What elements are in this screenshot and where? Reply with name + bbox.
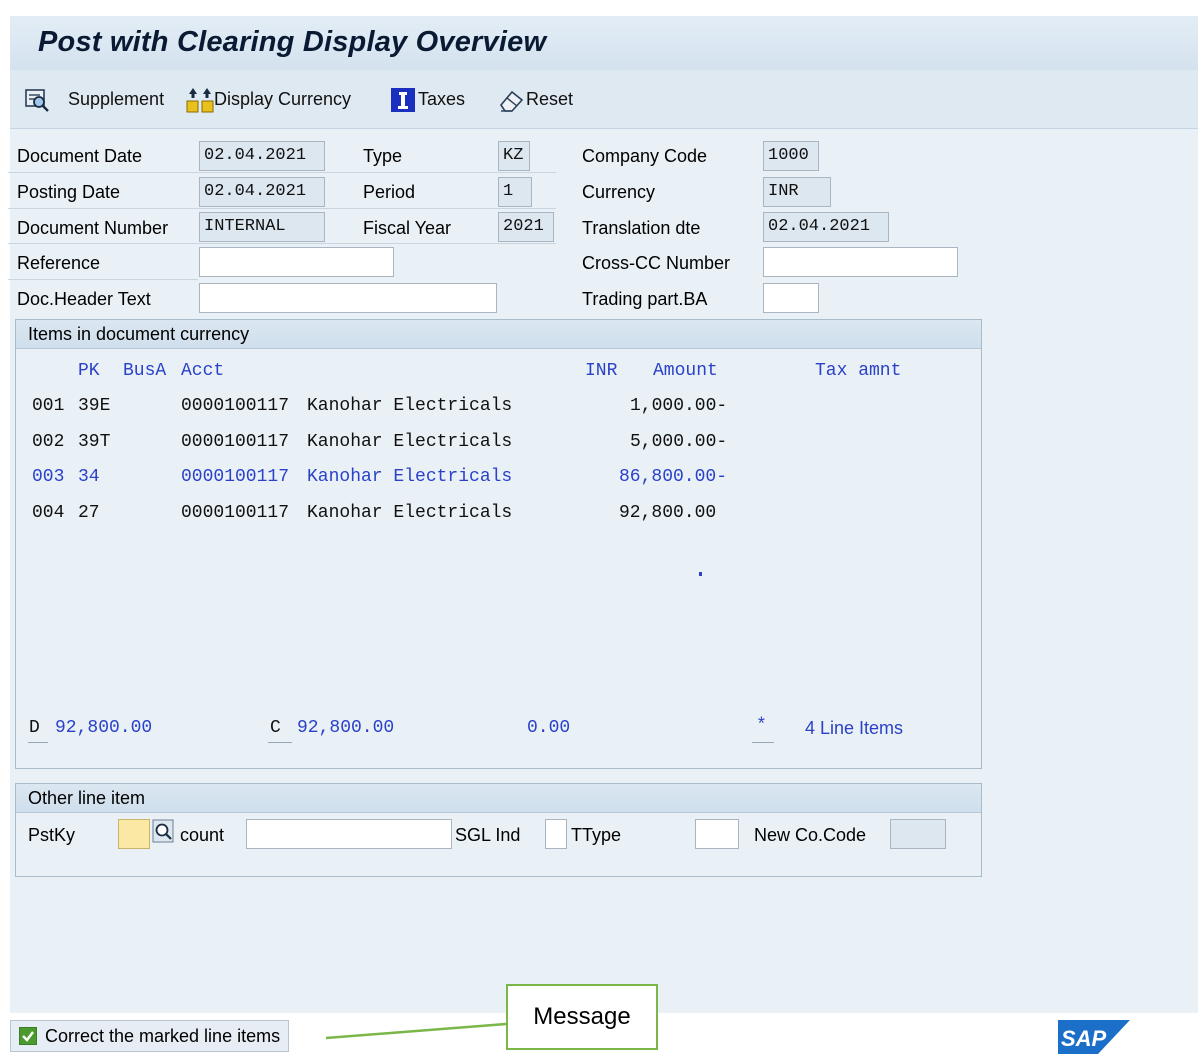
callout-arrow	[325, 1022, 507, 1040]
sap-logo: SAP	[1058, 1020, 1130, 1059]
message-callout: Message	[506, 984, 658, 1050]
sap-logo-text: SAP	[1061, 1026, 1107, 1051]
